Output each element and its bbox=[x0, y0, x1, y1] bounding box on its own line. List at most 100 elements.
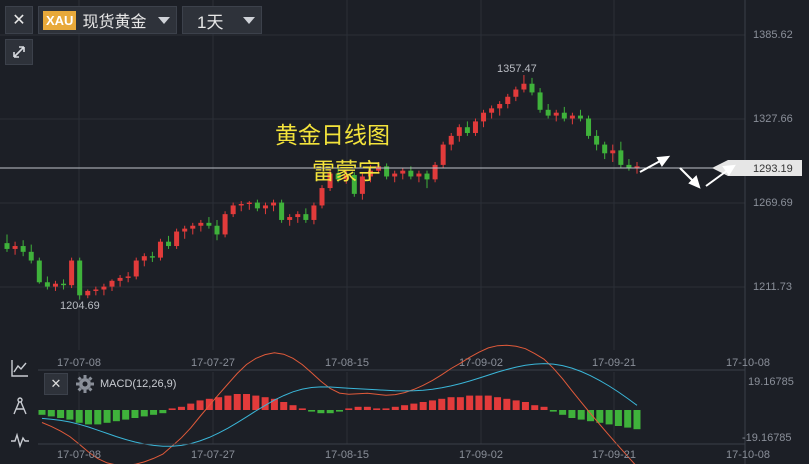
candle bbox=[222, 211, 228, 238]
macd-bar bbox=[233, 394, 241, 410]
macd-bar bbox=[177, 406, 185, 410]
candle bbox=[279, 199, 285, 223]
indicator-toolbar bbox=[0, 350, 38, 464]
candle bbox=[157, 238, 163, 261]
candle bbox=[174, 228, 180, 249]
date-label: 17-07-08 bbox=[57, 357, 101, 369]
macd-top-label: 19.16785 bbox=[748, 376, 794, 388]
macd-bar bbox=[215, 397, 223, 410]
macd-bar bbox=[447, 397, 455, 410]
candle bbox=[440, 141, 446, 168]
candle bbox=[77, 257, 83, 300]
macd-bar bbox=[605, 410, 613, 425]
macd-bar bbox=[428, 400, 436, 410]
macd-settings-button[interactable] bbox=[74, 373, 96, 395]
macd-bar bbox=[94, 410, 102, 425]
macd-bar bbox=[531, 405, 539, 410]
macd-bar bbox=[568, 410, 576, 418]
compass-icon bbox=[13, 397, 27, 415]
low-price-label: 1204.69 bbox=[60, 300, 100, 312]
macd-bar bbox=[410, 403, 418, 410]
macd-bar bbox=[494, 397, 502, 410]
macd-bar bbox=[103, 410, 111, 423]
candle bbox=[36, 257, 42, 284]
chevron-down-icon bbox=[158, 17, 170, 24]
line-chart-tool[interactable] bbox=[8, 356, 32, 380]
macd-bar bbox=[521, 402, 529, 410]
macd-date-label: 17-07-27 bbox=[191, 449, 235, 461]
macd-bar bbox=[438, 398, 446, 410]
symbol-select[interactable]: XAU 现货黄金 bbox=[38, 6, 177, 34]
macd-bar bbox=[317, 410, 325, 414]
overlay-author: 雷蒙宇 bbox=[312, 159, 381, 185]
macd-bar bbox=[187, 403, 195, 410]
close-button[interactable]: ✕ bbox=[5, 6, 33, 34]
macd-bar bbox=[326, 410, 334, 414]
macd-bar bbox=[354, 406, 362, 410]
macd-bar bbox=[587, 410, 595, 422]
high-price-label: 1357.47 bbox=[497, 63, 537, 75]
expand-icon bbox=[13, 46, 25, 58]
macd-bar bbox=[363, 406, 371, 410]
macd-bar bbox=[298, 408, 306, 410]
current-price-label: 1293.19 bbox=[753, 163, 793, 175]
period-select[interactable]: 1天 bbox=[182, 6, 262, 34]
gear-icon bbox=[76, 375, 94, 393]
line-chart-icon bbox=[11, 360, 28, 377]
candle bbox=[432, 161, 438, 183]
macd-bar bbox=[503, 398, 511, 410]
chevron-down-icon bbox=[243, 17, 255, 24]
macd-bar bbox=[475, 395, 483, 410]
macd-bar bbox=[549, 410, 557, 412]
macd-date-label: 17-07-08 bbox=[57, 449, 101, 461]
macd-bar bbox=[168, 408, 176, 410]
date-label: 17-08-15 bbox=[325, 357, 369, 369]
macd-date-label: 17-10-08 bbox=[726, 449, 770, 461]
period-label: 1天 bbox=[197, 12, 224, 32]
waveform-icon bbox=[11, 432, 29, 449]
date-label: 17-09-02 bbox=[459, 357, 503, 369]
symbol-name: 现货黄金 bbox=[82, 14, 147, 31]
price-axis-label: 1327.66 bbox=[753, 113, 793, 125]
macd-bar bbox=[66, 410, 74, 420]
macd-bar bbox=[401, 405, 409, 410]
macd-bar bbox=[345, 408, 353, 410]
date-label: 17-10-08 bbox=[726, 357, 770, 369]
symbol-badge: XAU bbox=[43, 10, 77, 30]
macd-bar bbox=[84, 410, 92, 425]
candle bbox=[69, 257, 75, 289]
macd-bar bbox=[512, 400, 520, 410]
macd-bar bbox=[131, 410, 139, 418]
expand-button[interactable] bbox=[5, 39, 33, 65]
macd-close-button[interactable]: ✕ bbox=[44, 373, 68, 395]
macd-bar bbox=[38, 410, 46, 415]
macd-histogram bbox=[38, 394, 641, 430]
candle bbox=[133, 257, 139, 280]
macd-bar bbox=[540, 406, 548, 410]
macd-bar bbox=[47, 410, 55, 417]
oscillator-tool[interactable] bbox=[8, 428, 32, 452]
macd-bar bbox=[336, 410, 343, 412]
macd-bar bbox=[57, 410, 65, 418]
candle bbox=[319, 185, 325, 209]
macd-bar bbox=[289, 405, 297, 410]
macd-bar bbox=[196, 400, 204, 410]
drawing-tool[interactable] bbox=[8, 394, 32, 418]
macd-bar bbox=[624, 410, 632, 428]
price-axis-label: 1269.69 bbox=[753, 197, 793, 209]
macd-bar bbox=[140, 410, 148, 417]
macd-date-label: 17-09-21 bbox=[592, 449, 636, 461]
macd-bar bbox=[577, 410, 585, 420]
macd-bar bbox=[373, 408, 381, 410]
macd-bar bbox=[308, 410, 316, 412]
macd-bar bbox=[559, 410, 567, 415]
macd-bar bbox=[466, 395, 474, 410]
candle bbox=[586, 115, 592, 139]
date-label: 17-07-27 bbox=[191, 357, 235, 369]
macd-bar bbox=[159, 410, 167, 414]
macd-bar bbox=[484, 395, 492, 410]
macd-bar bbox=[122, 410, 130, 420]
macd-date-label: 17-08-15 bbox=[325, 449, 369, 461]
macd-bar bbox=[280, 402, 288, 410]
macd-bar bbox=[243, 394, 251, 410]
